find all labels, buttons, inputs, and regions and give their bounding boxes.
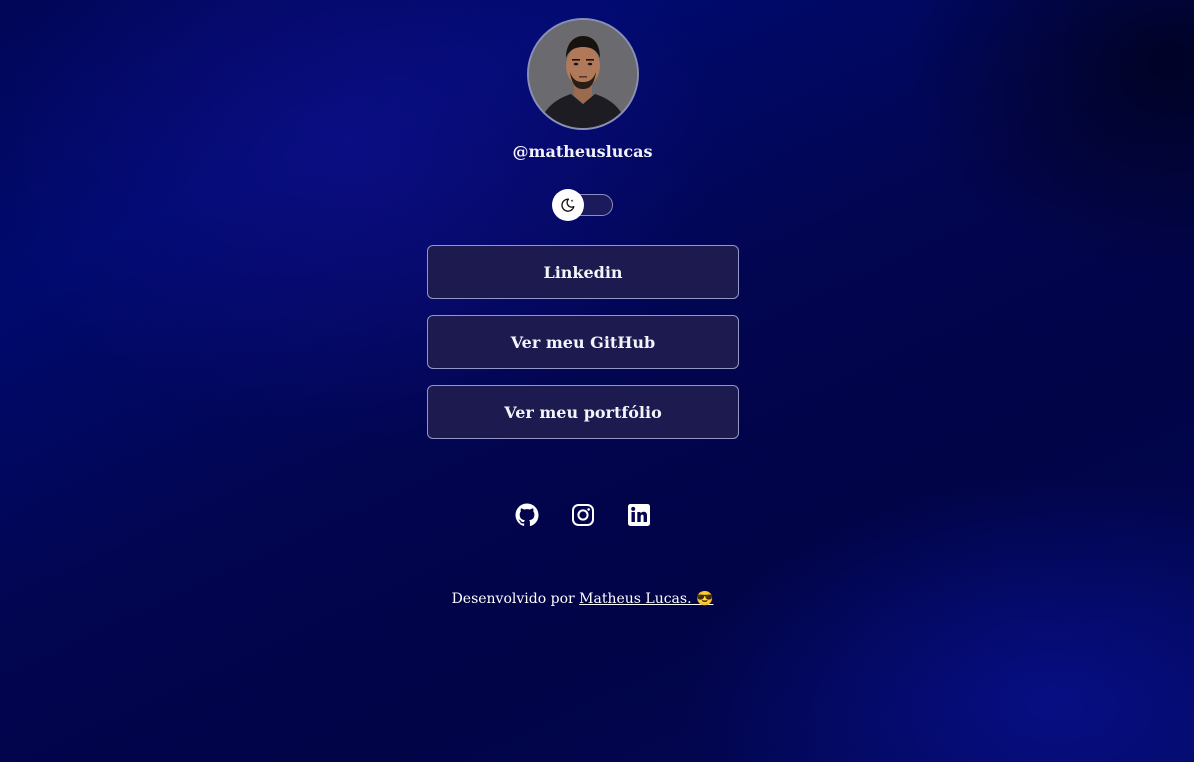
- moon-icon: [561, 198, 575, 212]
- github-icon[interactable]: [515, 503, 539, 527]
- footer-prefix: Desenvolvido por: [451, 591, 575, 607]
- avatar: [527, 18, 639, 130]
- github-link-button[interactable]: Ver meu GitHub: [427, 315, 739, 369]
- footer: Desenvolvido por Matheus Lucas. 😎: [0, 591, 1165, 607]
- theme-toggle[interactable]: [552, 189, 613, 221]
- author-link[interactable]: Matheus Lucas. 😎: [579, 591, 713, 607]
- portfolio-link-label: Ver meu portfólio: [504, 402, 662, 422]
- username: @matheuslucas: [512, 142, 653, 161]
- linkedin-icon[interactable]: [627, 503, 651, 527]
- linkedin-link-button[interactable]: Linkedin: [427, 245, 739, 299]
- linkedin-link-label: Linkedin: [543, 262, 623, 282]
- instagram-icon[interactable]: [571, 503, 595, 527]
- theme-toggle-knob[interactable]: [552, 189, 584, 221]
- portfolio-link-button[interactable]: Ver meu portfólio: [427, 385, 739, 439]
- github-link-label: Ver meu GitHub: [510, 332, 656, 352]
- page: @matheuslucas Linkedin Ver meu GitHub Ve…: [0, 0, 1194, 762]
